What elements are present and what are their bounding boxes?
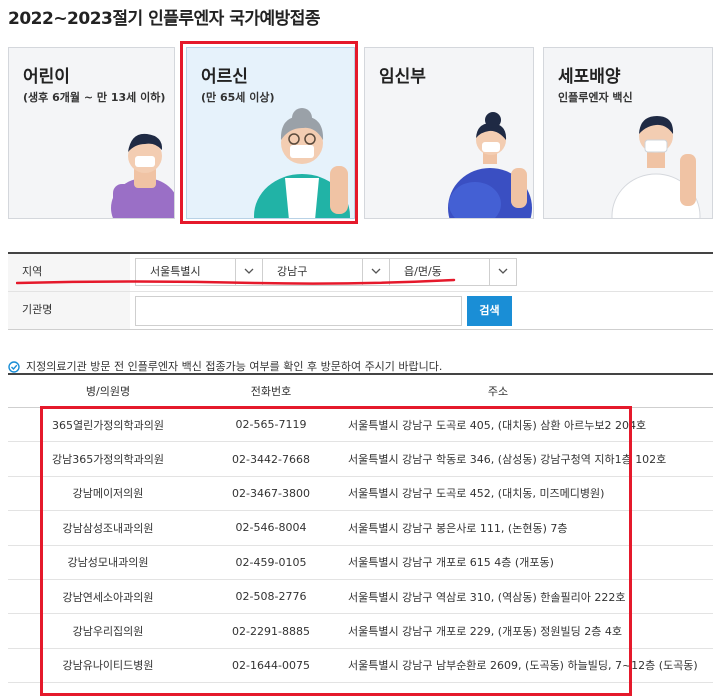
table-row[interactable]: 강남유나이티드병원 02-1644-0075 서울특별시 강남구 남부순환로 2… <box>8 649 713 684</box>
card-subtitle: (생후 6개월 ~ 만 13세 이하) <box>23 91 166 104</box>
card-pregnant[interactable]: 임신부 <box>364 47 534 219</box>
card-seniors[interactable]: 어르신 (만 65세 이상) <box>186 47 355 219</box>
institution-name-input[interactable] <box>135 296 462 326</box>
card-title: 어르신 <box>201 67 248 87</box>
card-subtitle: (만 65세 이상) <box>201 91 275 104</box>
table-row[interactable]: 강남우리집의원 02-2291-8885 서울특별시 강남구 개포로 229, … <box>8 614 713 649</box>
header-address: 주소 <box>487 385 509 398</box>
clinic-address: 서울특별시 강남구 도곡로 405, (대치동) 삼환 아르누보2 204호 <box>348 418 647 432</box>
clinic-address: 서울특별시 강남구 개포로 229, (개포동) 정원빌딩 2층 4호 <box>348 625 622 639</box>
table-row[interactable]: 강남연세소아과의원 02-508-2776 서울특별시 강남구 역삼로 310,… <box>8 580 713 615</box>
search-button[interactable]: 검색 <box>467 296 512 326</box>
table-row[interactable]: 강남365가정의학과의원 02-3442-7668 서울특별시 강남구 학동로 … <box>8 442 713 477</box>
clinic-address: 서울특별시 강남구 봉은사로 111, (논현동) 7층 <box>348 521 568 535</box>
clinic-phone: 02-1644-0075 <box>232 658 310 672</box>
page-title: 2022~2023절기 인플루엔자 국가예방접종 <box>8 9 321 29</box>
table-row[interactable]: 강남삼성조내과의원 02-546-8004 서울특별시 강남구 봉은사로 111… <box>8 511 713 546</box>
name-label: 기관명 <box>8 292 130 329</box>
card-title: 어린이 <box>23 67 70 87</box>
notice-text: 지정의료기관 방문 전 인플루엔자 백신 접종가능 여부를 확인 후 방문하여 … <box>8 358 442 374</box>
clinic-address: 서울특별시 강남구 남부순환로 2609, (도곡동) 하늘빌딩, 7~12층 … <box>348 659 698 673</box>
chevron-down-icon[interactable] <box>489 259 516 285</box>
clinic-phone: 02-508-2776 <box>235 590 307 604</box>
table-row[interactable]: 365열린가정의학과의원 02-565-7119 서울특별시 강남구 도곡로 4… <box>8 408 713 443</box>
clinic-phone: 02-3467-3800 <box>232 486 310 500</box>
check-circle-icon <box>8 361 20 373</box>
card-cell-culture[interactable]: 세포배양 인플루엔자 백신 <box>543 47 713 219</box>
notice-message: 지정의료기관 방문 전 인플루엔자 백신 접종가능 여부를 확인 후 방문하여 … <box>26 360 443 373</box>
clinic-phone: 02-546-8004 <box>235 521 307 535</box>
clinic-phone: 02-2291-8885 <box>232 624 310 638</box>
clinic-address: 서울특별시 강남구 개포로 615 4층 (개포동) <box>348 556 554 570</box>
clinic-address: 서울특별시 강남구 도곡로 452, (대치동, 미즈메디병원) <box>348 487 605 501</box>
clinic-phone: 02-565-7119 <box>235 418 307 432</box>
clinic-phone: 02-3442-7668 <box>232 452 310 466</box>
clinic-address: 서울특별시 강남구 역삼로 310, (역삼동) 한솔필리아 222호 <box>348 590 626 604</box>
table-row[interactable]: 강남메이저의원 02-3467-3800 서울특별시 강남구 도곡로 452, … <box>8 477 713 512</box>
region-highlight-underline <box>16 278 456 285</box>
card-title: 임신부 <box>379 67 426 87</box>
card-children[interactable]: 어린이 (생후 6개월 ~ 만 13세 이하) <box>8 47 175 219</box>
clinic-address: 서울특별시 강남구 학동로 346, (삼성동) 강남구청역 지하1층 102호 <box>348 453 667 467</box>
table-row[interactable]: 강남성모내과의원 02-459-0105 서울특별시 강남구 개포로 615 4… <box>8 546 713 580</box>
card-title: 세포배양 <box>558 67 621 87</box>
table-header: 병/의원명 전화번호 주소 <box>8 375 713 408</box>
results-table: 병/의원명 전화번호 주소 365열린가정의학과의원 02-565-7119 서… <box>8 373 713 684</box>
clinic-phone: 02-459-0105 <box>235 555 307 569</box>
card-subtitle: 인플루엔자 백신 <box>558 91 633 104</box>
search-form: 지역 서울특별시 강남구 읍/면/동 기관명 검색 <box>8 252 713 330</box>
name-row: 기관명 검색 <box>8 292 713 330</box>
